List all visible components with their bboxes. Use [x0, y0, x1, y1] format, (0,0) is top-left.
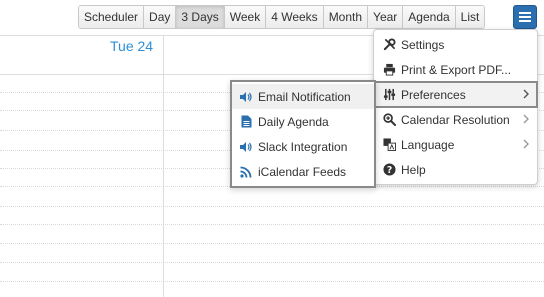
tools-icon	[382, 38, 396, 52]
help-icon: ?	[382, 163, 396, 177]
view-month-button[interactable]: Month	[323, 6, 369, 28]
submenu-item-slack-integration[interactable]: Slack Integration	[232, 134, 374, 159]
submenu-item-label: iCalendar Feeds	[258, 164, 347, 179]
svg-text:?: ?	[386, 165, 391, 176]
view-4weeks-button[interactable]: 4 Weeks	[266, 6, 324, 28]
menu-item-settings[interactable]: Settings	[374, 32, 537, 57]
language-icon	[382, 138, 396, 152]
time-slot-line	[0, 206, 544, 207]
chevron-right-icon	[523, 139, 529, 149]
main-menu-button[interactable]	[513, 5, 537, 29]
view-switcher: Scheduler Day 3 Days Week 4 Weeks Month …	[78, 5, 486, 29]
menu-item-label: Calendar Resolution	[401, 112, 510, 127]
view-3days-button[interactable]: 3 Days	[176, 6, 225, 28]
menu-item-label: Print & Export PDF...	[401, 62, 512, 77]
main-menu: Settings Print & Export PDF... Preferenc…	[373, 29, 538, 185]
view-scheduler-button[interactable]: Scheduler	[79, 6, 145, 28]
submenu-item-label: Slack Integration	[258, 139, 348, 154]
hamburger-icon	[519, 12, 531, 22]
submenu-item-label: Email Notification	[258, 89, 351, 104]
sliders-icon	[382, 88, 396, 102]
document-icon	[239, 115, 253, 129]
menu-item-label: Help	[401, 162, 426, 177]
submenu-item-label: Daily Agenda	[258, 114, 329, 129]
rss-icon	[239, 165, 253, 179]
preferences-submenu: Email Notification Daily Agenda Slack In…	[230, 80, 376, 188]
submenu-item-email-notification[interactable]: Email Notification	[232, 84, 374, 109]
menu-item-language[interactable]: Language	[374, 132, 537, 157]
menu-item-help[interactable]: ? Help	[374, 157, 537, 182]
menu-item-print-export[interactable]: Print & Export PDF...	[374, 57, 537, 82]
speaker-icon	[239, 140, 253, 154]
submenu-item-icalendar-feeds[interactable]: iCalendar Feeds	[232, 159, 374, 184]
time-slot-line	[0, 243, 544, 244]
view-list-button[interactable]: List	[455, 6, 485, 28]
time-slot-line	[0, 262, 544, 263]
day-column-divider	[163, 36, 164, 297]
menu-item-label: Preferences	[401, 87, 466, 102]
printer-icon	[382, 63, 396, 77]
view-day-button[interactable]: Day	[144, 6, 177, 28]
menu-item-label: Language	[401, 137, 455, 152]
view-week-button[interactable]: Week	[224, 6, 267, 28]
menu-item-preferences[interactable]: Preferences	[373, 81, 538, 108]
day-header[interactable]: Tue 24	[110, 38, 153, 54]
time-slot-line	[0, 281, 544, 282]
zoom-icon	[382, 113, 396, 127]
time-slot-line	[0, 224, 544, 225]
chevron-right-icon	[523, 114, 529, 124]
speaker-icon	[239, 90, 253, 104]
submenu-item-daily-agenda[interactable]: Daily Agenda	[232, 109, 374, 134]
view-agenda-button[interactable]: Agenda	[403, 6, 456, 28]
menu-item-calendar-resolution[interactable]: Calendar Resolution	[374, 107, 537, 132]
menu-item-label: Settings	[401, 37, 445, 52]
view-year-button[interactable]: Year	[368, 6, 404, 28]
chevron-right-icon	[523, 89, 529, 99]
